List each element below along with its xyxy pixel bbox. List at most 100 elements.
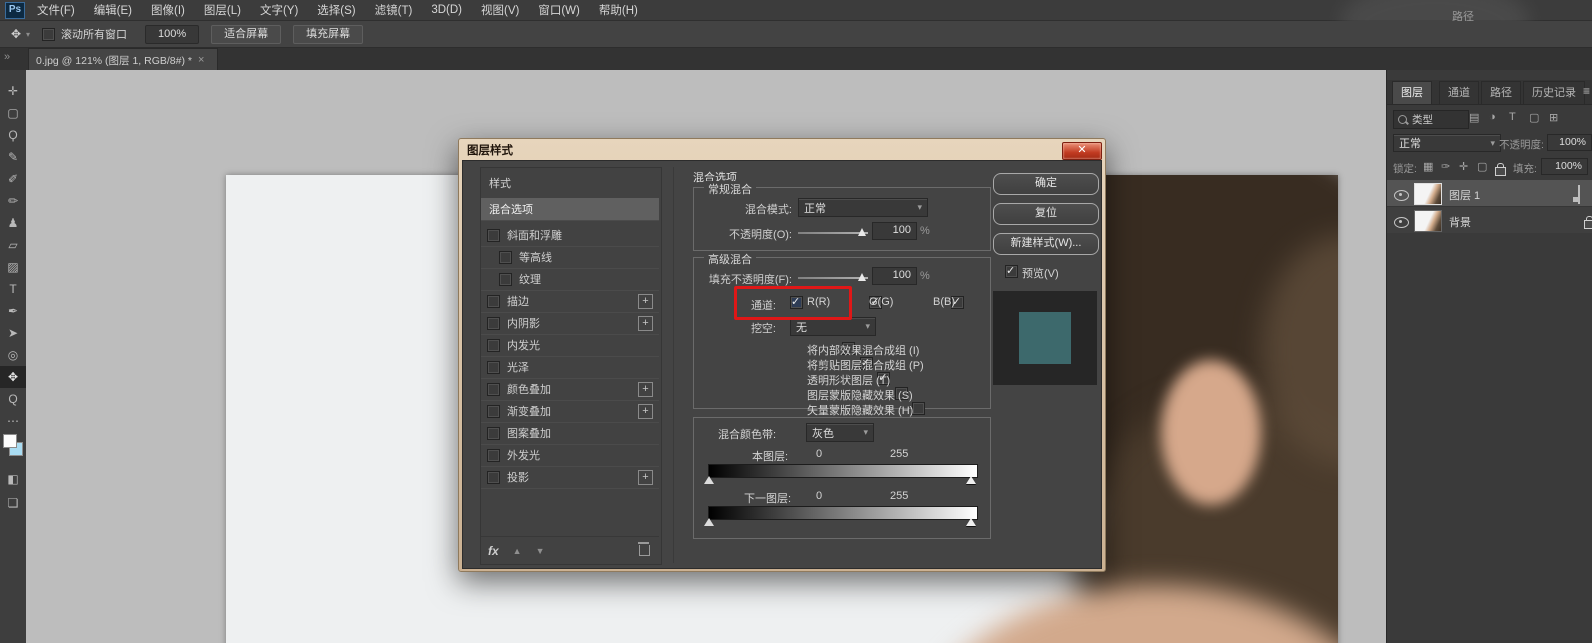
- tool-preset-caret-icon[interactable]: ▾: [26, 30, 30, 39]
- tab-paths[interactable]: 路径: [1481, 81, 1521, 105]
- menu-type[interactable]: 文字(Y): [260, 2, 298, 18]
- style-item-drop-shadow[interactable]: 投影 +: [481, 466, 659, 489]
- filter-type-icon[interactable]: T: [1509, 111, 1516, 123]
- screen-mode-tool[interactable]: ❏: [0, 492, 26, 514]
- layer-row-background[interactable]: 背景: [1387, 206, 1592, 233]
- marquee-tool[interactable]: ▢: [0, 102, 26, 124]
- brush-tool[interactable]: ✏: [0, 190, 26, 212]
- tab-layers[interactable]: 图层: [1392, 81, 1432, 105]
- tab-channels[interactable]: 通道: [1439, 81, 1479, 105]
- visibility-eye-icon[interactable]: [1394, 217, 1409, 228]
- shape-tool[interactable]: ◎: [0, 344, 26, 366]
- style-checkbox[interactable]: [487, 426, 500, 440]
- lock-all-icon[interactable]: [1495, 163, 1506, 176]
- delete-style-icon[interactable]: [638, 542, 650, 556]
- move-down-icon[interactable]: ▼: [536, 546, 545, 556]
- dialog-title[interactable]: 图层样式: [467, 142, 513, 158]
- zoom-tool[interactable]: Q: [0, 388, 26, 410]
- tab-close-icon[interactable]: ×: [198, 54, 204, 66]
- menu-file[interactable]: 文件(F): [37, 2, 75, 18]
- style-item-inner-glow[interactable]: 内发光: [481, 334, 659, 357]
- lock-paint-icon[interactable]: ✑: [1441, 160, 1450, 173]
- opacity-value-field[interactable]: 100: [872, 222, 917, 240]
- menu-edit[interactable]: 编辑(E): [94, 2, 132, 18]
- new-style-button[interactable]: 新建样式(W)...: [993, 233, 1099, 255]
- menu-select[interactable]: 选择(S): [317, 2, 355, 18]
- add-instance-icon[interactable]: +: [638, 293, 653, 309]
- lock-move-icon[interactable]: ✛: [1459, 160, 1468, 173]
- style-checkbox[interactable]: [499, 272, 512, 286]
- lock-artboard-icon[interactable]: ▢: [1477, 160, 1487, 173]
- zoom-value-field[interactable]: 100%: [145, 24, 200, 44]
- menu-3d[interactable]: 3D(D): [431, 4, 462, 16]
- hand-tool[interactable]: ✥: [0, 366, 26, 388]
- this-layer-right-handle[interactable]: [966, 476, 976, 484]
- layer-name[interactable]: 背景: [1449, 214, 1471, 230]
- underlying-layer-gradient-bar[interactable]: [708, 506, 978, 520]
- style-item-bevel-emboss[interactable]: 斜面和浮雕: [481, 224, 659, 247]
- lock-transparency-icon[interactable]: ▦: [1423, 160, 1433, 173]
- menu-filter[interactable]: 滤镜(T): [375, 2, 413, 18]
- style-checkbox[interactable]: [487, 404, 500, 418]
- menu-window[interactable]: 窗口(W): [538, 2, 580, 18]
- quick-selection-tool[interactable]: ✎: [0, 146, 26, 168]
- layer-row-selected[interactable]: 图层 1: [1387, 180, 1592, 206]
- fill-value[interactable]: 100%: [1541, 158, 1588, 175]
- style-item-blending-options[interactable]: 混合选项: [481, 198, 659, 221]
- move-tool[interactable]: ✛: [0, 80, 26, 102]
- style-item-stroke[interactable]: 描边 +: [481, 290, 659, 313]
- blend-mode-select[interactable]: 正常: [798, 198, 928, 217]
- fx-menu-icon[interactable]: fx: [488, 544, 499, 558]
- document-tab[interactable]: 0.jpg @ 121% (图层 1, RGB/8#) * ×: [28, 48, 218, 71]
- filter-shape-icon[interactable]: ▢: [1529, 111, 1539, 124]
- panel-opacity-value[interactable]: 100%: [1547, 134, 1592, 151]
- style-item-texture[interactable]: 纹理: [481, 268, 659, 291]
- blend-if-channel-select[interactable]: 灰色: [806, 423, 874, 442]
- layer-name[interactable]: 图层 1: [1449, 187, 1480, 203]
- reset-button[interactable]: 复位: [993, 203, 1099, 225]
- eraser-tool[interactable]: ▱: [0, 234, 26, 256]
- add-instance-icon[interactable]: +: [638, 315, 653, 331]
- tab-history[interactable]: 历史记录: [1523, 81, 1585, 105]
- style-checkbox[interactable]: [487, 338, 500, 352]
- filter-adjustment-icon[interactable]: ◑: [1489, 111, 1496, 123]
- this-layer-gradient-bar[interactable]: [708, 464, 978, 478]
- scroll-all-windows-checkbox[interactable]: [42, 27, 56, 41]
- add-instance-icon[interactable]: +: [638, 381, 653, 397]
- eyedropper-tool[interactable]: ✐: [0, 168, 26, 190]
- move-up-icon[interactable]: ▲: [513, 546, 522, 556]
- foreground-color-swatch[interactable]: [3, 434, 17, 448]
- menu-view[interactable]: 视图(V): [481, 2, 519, 18]
- layer-thumbnail[interactable]: [1414, 210, 1442, 232]
- add-instance-icon[interactable]: +: [638, 403, 653, 419]
- vector-mask-hides-checkbox[interactable]: [912, 402, 926, 415]
- panel-menu-icon[interactable]: ≡: [1583, 84, 1590, 98]
- quick-mask-tool[interactable]: ◧: [0, 468, 26, 490]
- add-instance-icon[interactable]: +: [638, 469, 653, 485]
- this-layer-left-handle[interactable]: [704, 476, 714, 484]
- filter-smart-icon[interactable]: ⊞: [1549, 111, 1558, 124]
- type-tool[interactable]: T: [0, 278, 26, 300]
- clone-stamp-tool[interactable]: ♟: [0, 212, 26, 234]
- dock-collapse-icon[interactable]: »: [4, 51, 10, 63]
- gradient-tool[interactable]: ▨: [0, 256, 26, 278]
- style-checkbox[interactable]: [487, 448, 500, 462]
- more-tools-icon[interactable]: ⋯: [0, 410, 26, 432]
- ok-button[interactable]: 确定: [993, 173, 1099, 195]
- style-checkbox[interactable]: [487, 316, 500, 330]
- layer-filter-field[interactable]: 类型: [1393, 110, 1469, 129]
- menu-help[interactable]: 帮助(H): [599, 2, 638, 18]
- style-item-color-overlay[interactable]: 颜色叠加 +: [481, 378, 659, 401]
- style-checkbox[interactable]: [487, 360, 500, 374]
- fill-opacity-slider-thumb[interactable]: [858, 273, 866, 281]
- fit-screen-button[interactable]: 适合屏幕: [211, 24, 282, 44]
- style-checkbox[interactable]: [487, 294, 500, 308]
- menu-image[interactable]: 图像(I): [151, 2, 185, 18]
- visibility-eye-icon[interactable]: [1394, 190, 1409, 201]
- style-item-satin[interactable]: 光泽: [481, 356, 659, 379]
- style-item-inner-shadow[interactable]: 内阴影 +: [481, 312, 659, 335]
- path-select-tool[interactable]: ➤: [0, 322, 26, 344]
- underlying-layer-right-handle[interactable]: [966, 518, 976, 526]
- hand-tool-icon[interactable]: ✥: [6, 23, 26, 45]
- style-checkbox[interactable]: [487, 228, 500, 242]
